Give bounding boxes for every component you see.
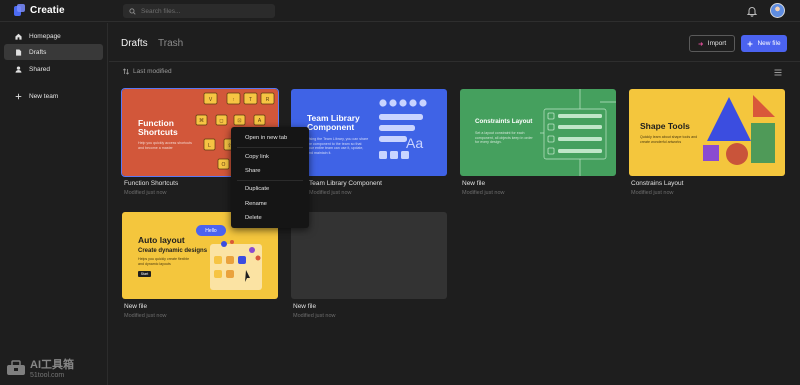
import-icon [698,41,703,46]
watermark-url: 51tool.com [30,372,65,379]
sidebar-item-label: Shared [29,65,50,73]
typography-glyph: Aa [406,135,424,151]
menu-item-delete[interactable]: Delete [231,212,309,224]
list-view-icon[interactable] [774,69,782,76]
search-icon [129,7,136,15]
sidebar-item-homepage[interactable]: Homepage [4,28,103,44]
import-button[interactable]: Import [689,35,735,52]
thumbnail-description: Helps you quickly create flexible and dy… [138,257,190,266]
file-modified: Modified just now [631,190,674,196]
file-thumbnail[interactable]: Shape Tools Quickly learn about shape to… [629,89,785,176]
shapes-illustration [703,95,775,165]
thumbnail-title: Auto layout Create dynamic designs [138,235,208,254]
creatie-logo-icon [14,4,25,16]
tab-trash[interactable]: Trash [158,38,183,49]
thumbnail-title: Team Library Component [307,113,360,132]
sidebar-item-label: New team [29,92,59,100]
file-name[interactable]: New file [293,303,316,310]
menu-item-copy-link[interactable]: Copy link [231,151,309,163]
menu-divider [237,180,303,181]
svg-text:T: T [249,97,252,103]
thumbnail-description: Set a layout constraint for each compone… [475,131,533,145]
sort-dropdown[interactable]: Last modified [123,68,172,75]
svg-text:↑: ↑ [232,97,235,103]
tab-drafts[interactable]: Drafts [121,38,148,49]
menu-item-open-new-tab[interactable]: Open in new tab [231,132,309,144]
thumbnail-title: Shape Tools [640,121,690,131]
file-icon [16,48,22,56]
sidebar: Homepage Drafts Shared New team [0,23,108,385]
file-thumbnail[interactable] [291,212,447,299]
constraints-illustration [540,89,616,176]
file-name[interactable]: Team Library Component [309,180,382,187]
menu-item-duplicate[interactable]: Duplicate [231,183,309,195]
file-name[interactable]: New file [462,180,485,187]
svg-text:L: L [208,143,211,149]
new-file-button[interactable]: New file [741,35,787,52]
file-thumbnail[interactable]: Team Library Component Using the Team Lib… [291,89,447,176]
menu-divider [237,147,303,148]
app-name: Creatie [30,4,65,16]
search-input[interactable] [141,7,261,15]
svg-text:◻: ◻ [219,118,223,124]
file-name[interactable]: Constrains Layout [631,180,683,187]
sort-icon [123,68,129,75]
user-avatar[interactable] [770,3,785,18]
bell-icon[interactable] [746,5,758,17]
thumbnail-description: Quickly learn about shape tools and crea… [640,135,698,144]
menu-item-share[interactable]: Share [231,165,309,177]
sidebar-item-label: Drafts [29,48,47,56]
menu-item-rename[interactable]: Rename [231,198,309,210]
sidebar-item-shared[interactable]: Shared [4,61,103,77]
start-button-preview: Start [138,271,151,277]
top-bar: Creatie [0,0,800,22]
thumbnail-description: Using the Team Library, you can share th… [307,137,369,156]
home-icon [15,33,22,40]
auto-layout-illustration [210,240,262,290]
context-menu: Open in new tab Copy link Share Duplicat… [231,127,309,228]
sort-label: Last modified [133,68,172,75]
thumbnail-title: Constraints Layout [475,118,533,125]
svg-text:O: O [222,162,226,168]
file-name[interactable]: New file [124,303,147,310]
plus-icon [15,93,22,99]
new-file-label: New file [757,40,781,47]
app-logo[interactable]: Creatie [14,4,65,16]
thumbnail-title: Function Shortcuts [138,118,178,137]
watermark-title: AI工具箱 [30,359,74,371]
search-box[interactable] [123,4,275,18]
file-modified: Modified just now [124,313,167,319]
watermark: AI工具箱 51tool.com [6,356,74,379]
sidebar-item-label: Homepage [29,32,61,40]
toolbox-icon [7,359,25,375]
header-divider [109,61,800,62]
svg-text:⊡: ⊡ [237,118,241,124]
user-icon [15,65,22,73]
plus-icon [747,41,753,46]
file-name[interactable]: Function Shortcuts [124,180,178,187]
svg-text:⌘: ⌘ [199,118,204,124]
import-label: Import [707,40,727,47]
file-modified: Modified just now [309,190,352,196]
svg-text:R: R [266,97,270,103]
thumbnail-description: Help you quickly access shortcuts and be… [138,141,192,150]
file-modified: Modified just now [293,313,336,319]
sidebar-item-new-team[interactable]: New team [4,88,103,104]
file-thumbnail[interactable]: Constraints Layout Set a layout constrai… [460,89,616,176]
file-modified: Modified just now [124,190,167,196]
sidebar-item-drafts[interactable]: Drafts [4,44,103,60]
file-modified: Modified just now [462,190,505,196]
